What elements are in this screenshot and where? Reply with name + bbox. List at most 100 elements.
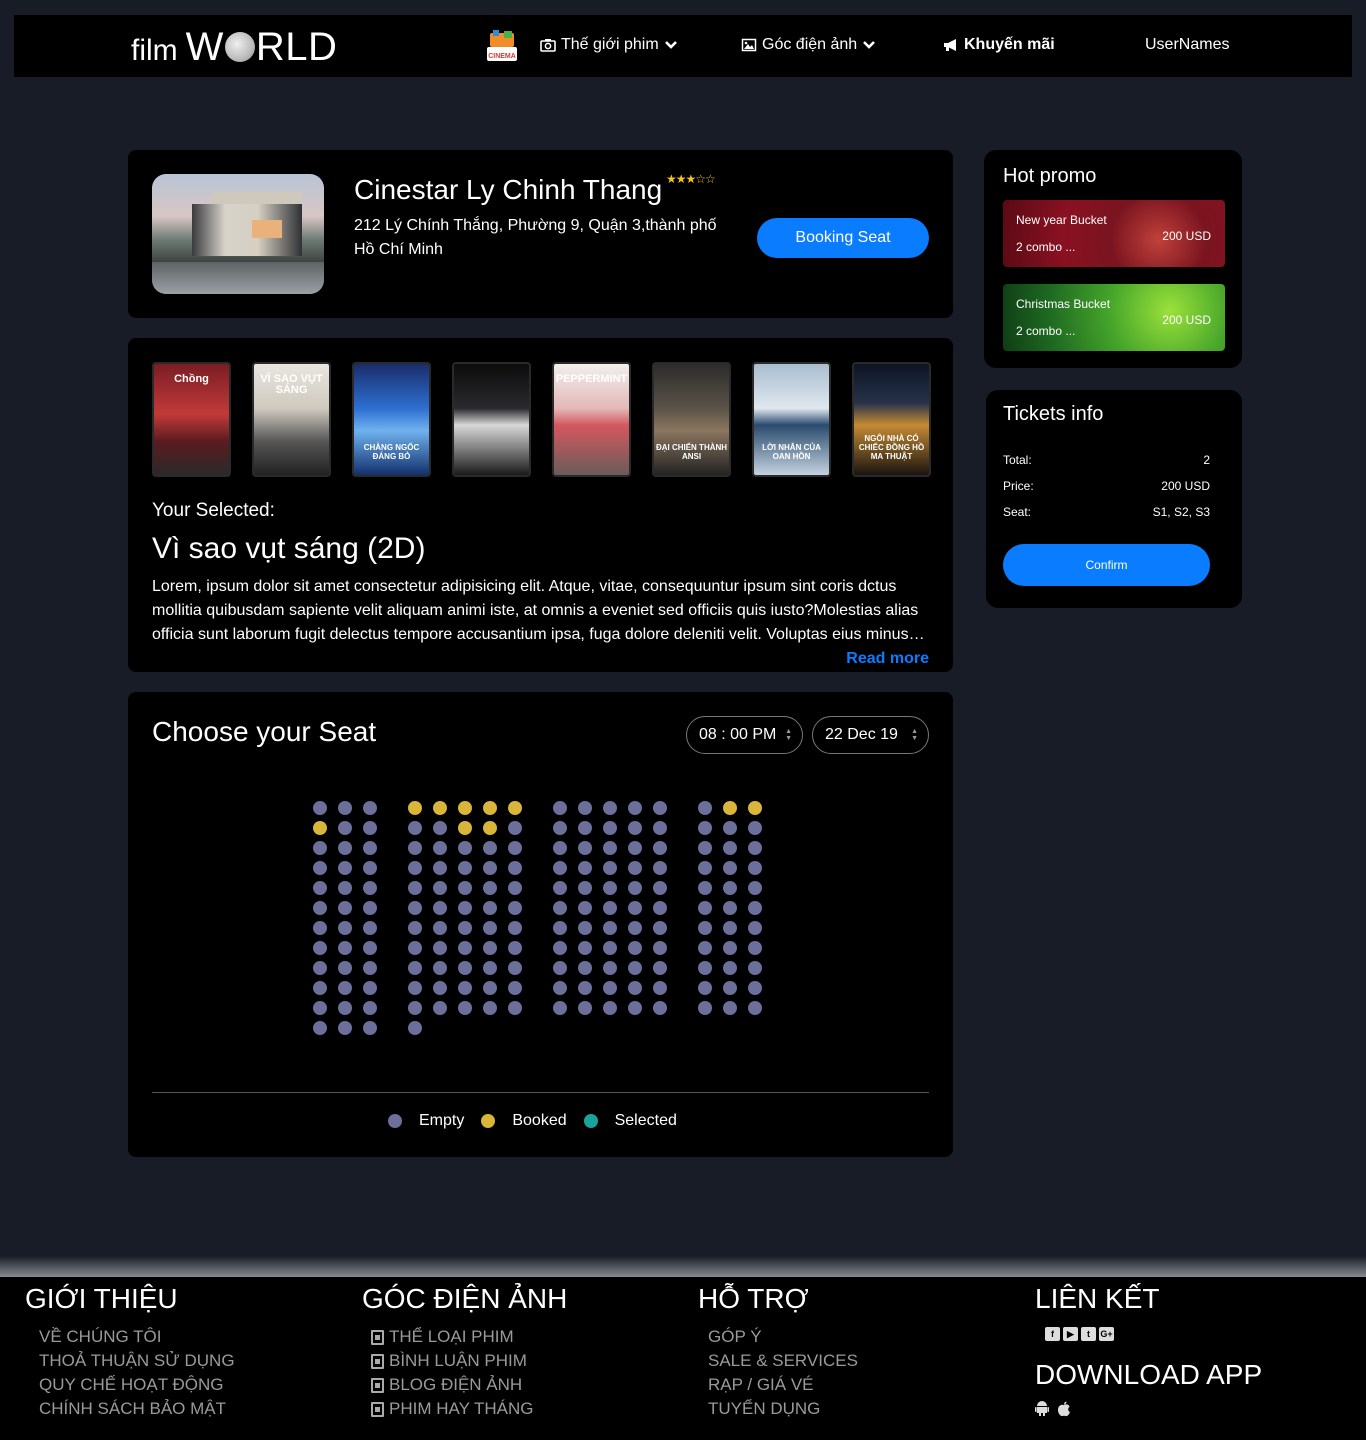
seat[interactable] bbox=[408, 821, 422, 835]
seat[interactable] bbox=[578, 841, 592, 855]
movie-poster[interactable]: LỜI NHẮN CỦA OAN HỒN bbox=[752, 362, 831, 477]
seat[interactable] bbox=[748, 801, 762, 815]
seat[interactable] bbox=[628, 861, 642, 875]
footer-link[interactable]: THOẢ THUẬN SỬ DỤNG bbox=[39, 1349, 235, 1373]
seat[interactable] bbox=[578, 901, 592, 915]
seat[interactable] bbox=[723, 821, 737, 835]
seat[interactable] bbox=[408, 1001, 422, 1015]
seat[interactable] bbox=[483, 861, 497, 875]
nav-khuyen-mai[interactable]: Khuyến mãi bbox=[943, 36, 1055, 54]
seat[interactable] bbox=[723, 801, 737, 815]
seat[interactable] bbox=[553, 921, 567, 935]
seat[interactable] bbox=[748, 901, 762, 915]
seat[interactable] bbox=[433, 881, 447, 895]
seat[interactable] bbox=[458, 1001, 472, 1015]
read-more-link[interactable]: Read more bbox=[846, 650, 929, 668]
seat[interactable] bbox=[698, 921, 712, 935]
seat[interactable] bbox=[628, 921, 642, 935]
seat[interactable] bbox=[748, 881, 762, 895]
seat[interactable] bbox=[653, 981, 667, 995]
footer-link[interactable]: CHÍNH SÁCH BẢO MẬT bbox=[39, 1397, 235, 1421]
seat[interactable] bbox=[408, 801, 422, 815]
seat[interactable] bbox=[748, 1001, 762, 1015]
seat[interactable] bbox=[363, 981, 377, 995]
seat[interactable] bbox=[338, 941, 352, 955]
user-menu[interactable]: UserNames bbox=[1145, 36, 1229, 54]
seat[interactable] bbox=[408, 881, 422, 895]
seat[interactable] bbox=[483, 881, 497, 895]
seat[interactable] bbox=[508, 1001, 522, 1015]
seat[interactable] bbox=[653, 1001, 667, 1015]
nav-goc-dien-anh[interactable]: Góc điện ảnh bbox=[741, 36, 876, 54]
seat[interactable] bbox=[338, 841, 352, 855]
movie-poster[interactable]: Chồng bbox=[152, 362, 231, 477]
seat[interactable] bbox=[433, 801, 447, 815]
seat[interactable] bbox=[578, 981, 592, 995]
seat[interactable] bbox=[748, 861, 762, 875]
seat[interactable] bbox=[723, 941, 737, 955]
seat[interactable] bbox=[433, 961, 447, 975]
seat[interactable] bbox=[508, 981, 522, 995]
seat[interactable] bbox=[553, 1001, 567, 1015]
movie-poster[interactable]: PEPPERMINT bbox=[552, 362, 631, 477]
seat[interactable] bbox=[363, 1021, 377, 1035]
seat[interactable] bbox=[313, 841, 327, 855]
seat[interactable] bbox=[313, 961, 327, 975]
seat[interactable] bbox=[433, 861, 447, 875]
seat[interactable] bbox=[723, 861, 737, 875]
seat[interactable] bbox=[628, 841, 642, 855]
seat[interactable] bbox=[653, 881, 667, 895]
seat[interactable] bbox=[628, 981, 642, 995]
footer-link[interactable]: THỂ LOẠI PHIM bbox=[371, 1325, 567, 1349]
seat[interactable] bbox=[553, 901, 567, 915]
seat[interactable] bbox=[628, 881, 642, 895]
seat[interactable] bbox=[723, 901, 737, 915]
seat[interactable] bbox=[553, 881, 567, 895]
seat[interactable] bbox=[458, 841, 472, 855]
seat[interactable] bbox=[338, 981, 352, 995]
seat[interactable] bbox=[458, 961, 472, 975]
movie-poster[interactable]: VÌ SAO VỤT SÁNG bbox=[252, 362, 331, 477]
seat[interactable] bbox=[508, 821, 522, 835]
seat[interactable] bbox=[603, 821, 617, 835]
seat[interactable] bbox=[338, 821, 352, 835]
seat[interactable] bbox=[698, 841, 712, 855]
seat[interactable] bbox=[698, 901, 712, 915]
seat[interactable] bbox=[508, 901, 522, 915]
seat[interactable] bbox=[408, 941, 422, 955]
seat[interactable] bbox=[603, 1001, 617, 1015]
seat[interactable] bbox=[578, 941, 592, 955]
seat[interactable] bbox=[483, 981, 497, 995]
seat[interactable] bbox=[313, 801, 327, 815]
seat[interactable] bbox=[653, 821, 667, 835]
seat[interactable] bbox=[313, 861, 327, 875]
seat[interactable] bbox=[578, 961, 592, 975]
seat[interactable] bbox=[338, 1001, 352, 1015]
seat[interactable] bbox=[653, 861, 667, 875]
seat[interactable] bbox=[408, 901, 422, 915]
seat[interactable] bbox=[313, 881, 327, 895]
seat[interactable] bbox=[338, 861, 352, 875]
footer-link[interactable]: PHIM HAY THÁNG bbox=[371, 1397, 567, 1421]
seat[interactable] bbox=[603, 921, 617, 935]
android-icon[interactable] bbox=[1035, 1401, 1049, 1417]
seat[interactable] bbox=[338, 881, 352, 895]
seat[interactable] bbox=[508, 881, 522, 895]
seat[interactable] bbox=[748, 921, 762, 935]
seat[interactable] bbox=[458, 801, 472, 815]
seat[interactable] bbox=[723, 1001, 737, 1015]
confirm-button[interactable]: Confirm bbox=[1003, 544, 1210, 586]
seat[interactable] bbox=[653, 841, 667, 855]
seat[interactable] bbox=[723, 881, 737, 895]
seat[interactable] bbox=[698, 801, 712, 815]
seat[interactable] bbox=[313, 981, 327, 995]
google-plus-icon[interactable]: G+ bbox=[1099, 1327, 1114, 1341]
seat[interactable] bbox=[483, 841, 497, 855]
seat[interactable] bbox=[653, 801, 667, 815]
seat[interactable] bbox=[433, 821, 447, 835]
seat[interactable] bbox=[578, 1001, 592, 1015]
footer-link[interactable]: BLOG ĐIỆN ẢNH bbox=[371, 1373, 567, 1397]
seat[interactable] bbox=[338, 1021, 352, 1035]
seat[interactable] bbox=[338, 901, 352, 915]
seat[interactable] bbox=[698, 881, 712, 895]
